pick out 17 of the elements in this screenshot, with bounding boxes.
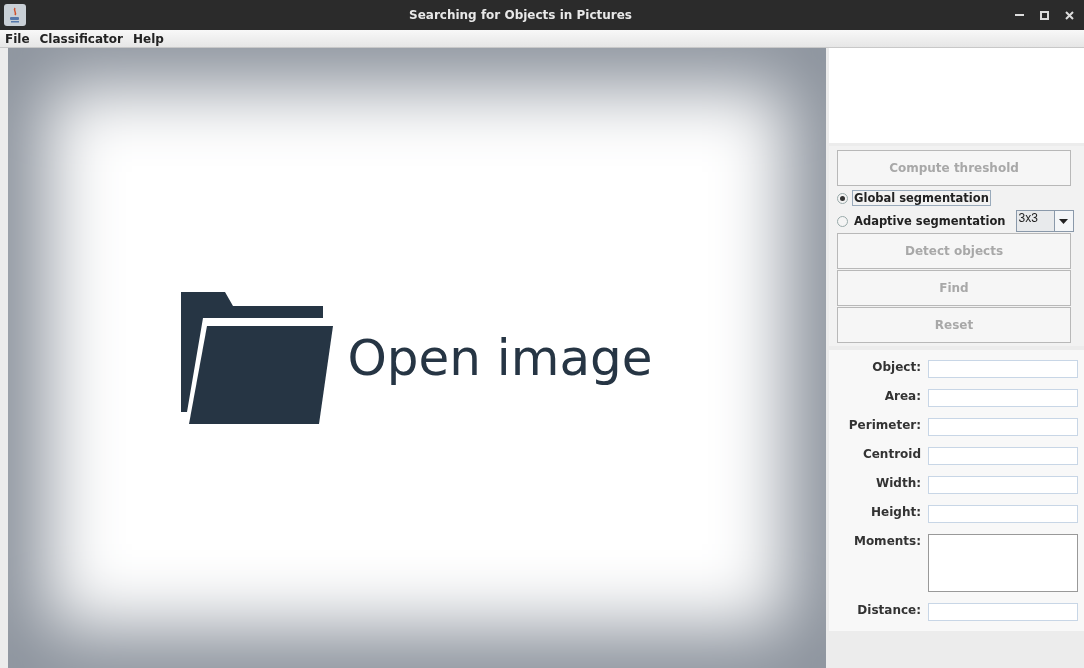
property-label: Centroid — [861, 447, 921, 463]
open-image-label[interactable]: Open image — [347, 329, 653, 387]
window-title: Searching for Objects in Pictures — [408, 8, 633, 22]
property-label: Area: — [883, 389, 921, 405]
menu-item[interactable]: Help — [133, 31, 164, 46]
radio-label[interactable]: Global segmentation — [852, 190, 991, 206]
size-dropdown[interactable]: 3x3 — [1015, 210, 1074, 232]
property-label: Perimeter: — [847, 418, 921, 434]
menu-item[interactable]: File — [5, 31, 30, 46]
menu-item[interactable]: Classificator — [39, 31, 123, 46]
image-canvas[interactable]: Open image — [8, 48, 826, 668]
property-label: Height: — [870, 505, 921, 521]
property-label: Width: — [874, 476, 921, 492]
radio-label[interactable]: Adaptive segmentation — [852, 213, 1008, 229]
property-label: Moments: — [852, 534, 921, 550]
property-label: Object: — [871, 360, 921, 376]
property-label: Distance: — [856, 603, 921, 619]
